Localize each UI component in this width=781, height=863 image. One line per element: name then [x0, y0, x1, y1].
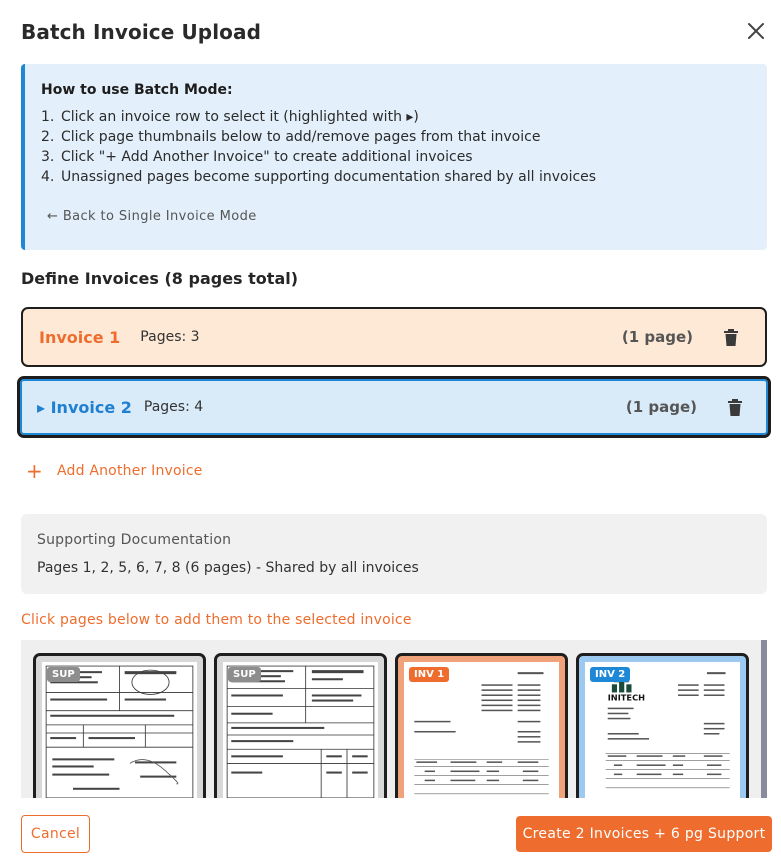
sup-badge: SUP [47, 667, 80, 682]
invoice-name: ▸ Invoice 2 [37, 397, 132, 417]
add-another-invoice-button[interactable]: + Add Another Invoice [26, 459, 203, 483]
page-preview: SUP [223, 662, 378, 798]
invoice-2-badge: INV 2 [590, 667, 631, 682]
page-thumbnail[interactable]: INV 1 [395, 653, 568, 798]
back-to-single-mode-link[interactable]: ← Back to Single Invoice Mode [47, 209, 257, 224]
instructions-list: 1. Click an invoice row to select it (hig… [41, 107, 751, 187]
instruction-step: 3. Click "+ Add Another Invoice" to creat… [41, 149, 473, 165]
close-icon [748, 23, 764, 39]
add-invoice-label: Add Another Invoice [56, 463, 203, 479]
create-invoices-button[interactable]: Create 2 Invoices + 6 pg Support [516, 816, 772, 852]
thumbnail-hint: Click pages below to add them to the sel… [21, 612, 412, 628]
document-preview-icon: INITECH [605, 672, 730, 789]
supporting-documentation-box: Supporting Documentation Pages 1, 2, 5, … [21, 514, 767, 594]
supporting-documentation-text: Pages 1, 2, 5, 6, 7, 8 (6 pages) - Share… [37, 560, 419, 576]
plus-icon: + [26, 459, 43, 483]
invoices-section-title: Define Invoices (8 pages total) [21, 269, 299, 288]
invoice-1-badge: INV 1 [409, 667, 450, 682]
page-thumbnail-strip[interactable]: SUP SUP INV 1 INV 2 INITECH [21, 640, 767, 798]
thumbnail-scrollbar[interactable] [761, 640, 767, 798]
document-preview-icon [226, 665, 375, 798]
page-preview: INV 1 [404, 662, 559, 798]
instructions-title: How to use Batch Mode: [41, 82, 233, 98]
instruction-step: 2. Click page thumbnails below to add/rem… [41, 129, 541, 145]
sup-badge: SUP [228, 667, 261, 682]
close-button[interactable] [745, 20, 767, 42]
page-thumbnail[interactable]: SUP [33, 653, 206, 798]
invoice-page-count: (1 page) [625, 398, 697, 416]
trash-icon[interactable] [725, 397, 745, 417]
invoice-page-count: (1 page) [621, 328, 693, 346]
invoice-name: Invoice 1 [39, 327, 121, 347]
instruction-step: 1. Click an invoice row to select it (hig… [41, 109, 419, 125]
dialog-header: Batch Invoice Upload [21, 18, 771, 48]
page-thumbnail[interactable]: SUP [214, 653, 387, 798]
instructions-box: How to use Batch Mode: 1. Click an invoic… [21, 64, 767, 250]
initech-logo: INITECH [608, 693, 645, 703]
document-preview-icon [414, 672, 549, 795]
invoice-pages: Pages: 4 [143, 399, 204, 415]
instruction-step: 4. Unassigned pages become supporting doc… [41, 169, 597, 185]
invoice-row-2[interactable]: ▸ Invoice 2 Pages: 4 (1 page) [17, 376, 771, 438]
page-preview: INV 2 INITECH [585, 662, 740, 798]
supporting-documentation-title: Supporting Documentation [37, 532, 232, 548]
invoice-row-1[interactable]: Invoice 1 Pages: 3 (1 page) [21, 307, 767, 367]
trash-icon[interactable] [721, 327, 741, 347]
document-preview-icon [45, 665, 194, 798]
dialog-title: Batch Invoice Upload [21, 20, 262, 44]
cancel-button[interactable]: Cancel [21, 815, 90, 853]
invoice-pages: Pages: 3 [140, 329, 200, 345]
page-thumbnail[interactable]: INV 2 INITECH [576, 653, 749, 798]
page-preview: SUP [42, 662, 197, 798]
